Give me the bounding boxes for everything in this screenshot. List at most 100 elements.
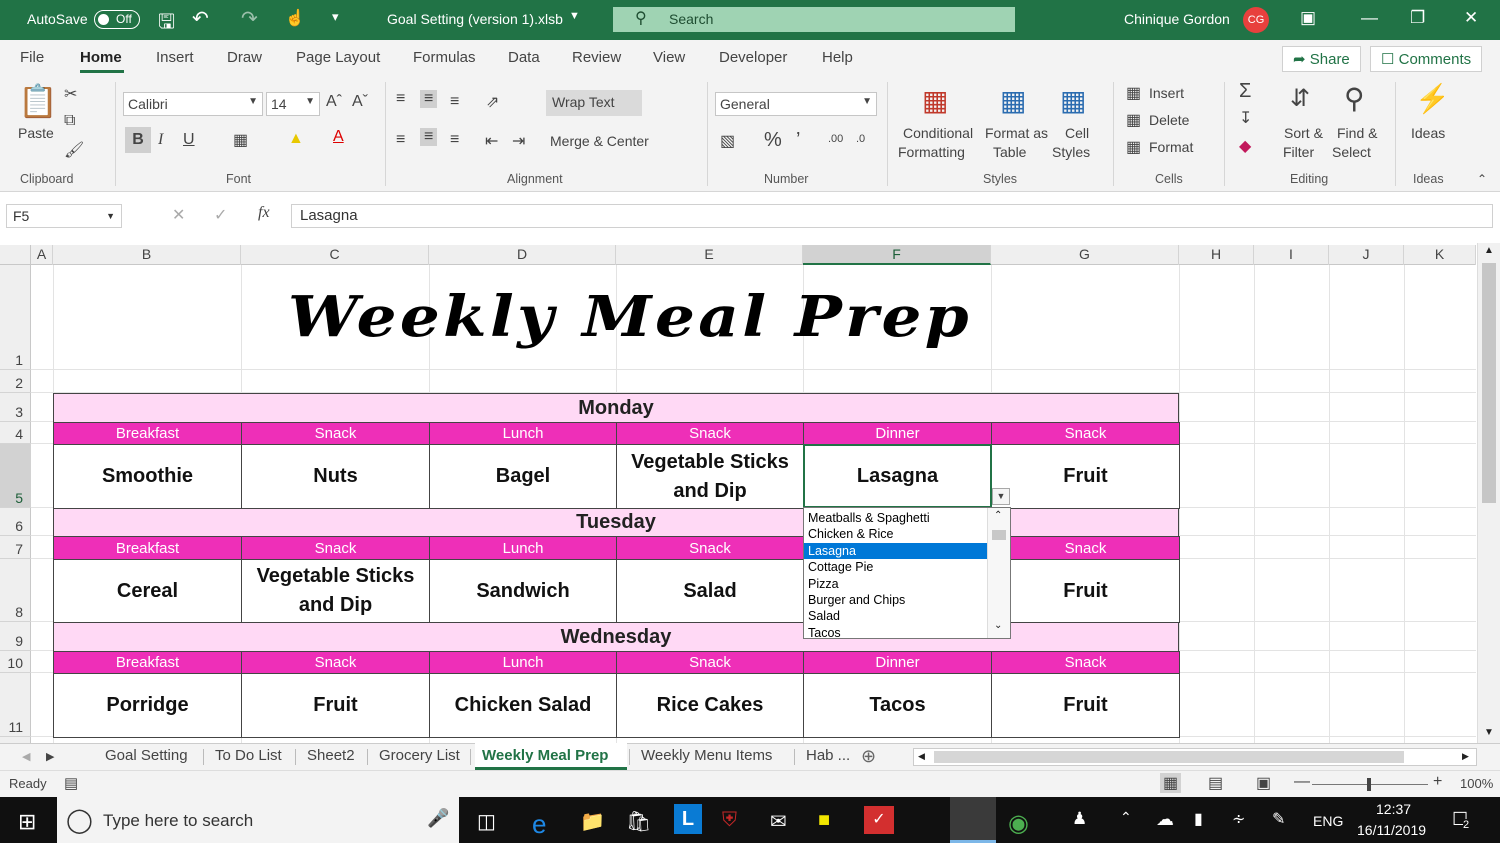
comments-button[interactable]: ☐ Comments (1370, 46, 1483, 72)
task-view-icon[interactable]: ◫ (477, 809, 496, 834)
dropdown-scrollbar[interactable]: ⌃ ⌄ (987, 508, 1010, 638)
column-header[interactable]: B (53, 245, 241, 265)
wifi-icon[interactable]: ∻ (1232, 809, 1245, 829)
cell-styles-icon[interactable]: ▦ (1060, 84, 1086, 117)
meal-type-header[interactable]: Snack (241, 536, 430, 560)
mail-icon[interactable]: ✉ (770, 809, 787, 834)
meal-cell[interactable]: Salad (616, 559, 804, 623)
paste-label[interactable]: Paste (18, 125, 54, 141)
clock-date[interactable]: 16/11/2019 (1357, 822, 1426, 838)
autosum-icon[interactable]: Σ (1239, 80, 1251, 103)
formula-input[interactable]: Lasagna (291, 204, 1493, 228)
row-header[interactable]: 9 (0, 622, 31, 651)
meal-type-header[interactable]: Dinner (803, 651, 992, 674)
user-name[interactable]: Chinique Gordon (1124, 11, 1230, 27)
avatar[interactable]: CG (1243, 7, 1269, 33)
meal-cell[interactable]: Tacos (803, 673, 992, 738)
sort-filter-label2[interactable]: Filter (1283, 144, 1314, 160)
tab-view[interactable]: View (653, 49, 685, 66)
onedrive-icon[interactable]: ☁ (1156, 809, 1174, 830)
orientation-icon[interactable]: ⇗ (486, 92, 499, 112)
cell-styles-label2[interactable]: Styles (1052, 144, 1090, 160)
column-header[interactable]: K (1404, 245, 1476, 265)
column-header[interactable]: F (803, 245, 991, 265)
fill-color-icon[interactable]: ▲ (288, 130, 304, 148)
meal-cell[interactable]: Bagel (429, 444, 617, 509)
font-size-select[interactable]: 14 ▼ (266, 92, 320, 116)
delete-cells-icon[interactable]: ▦ (1126, 110, 1141, 130)
sticky-notes-icon[interactable]: ■ (818, 809, 830, 832)
day-header-monday[interactable]: Monday (53, 393, 1179, 423)
share-button[interactable]: ➦ Share (1282, 46, 1361, 72)
meal-cell[interactable]: Chicken Salad (429, 673, 617, 738)
format-cells-button[interactable]: Format (1149, 139, 1193, 155)
insert-function-icon[interactable]: fx (258, 204, 270, 222)
meal-type-header[interactable]: Snack (991, 422, 1180, 445)
meal-type-header[interactable]: Snack (991, 651, 1180, 674)
dropdown-option[interactable]: Salad (804, 608, 987, 624)
column-header[interactable]: D (429, 245, 616, 265)
battery-icon[interactable]: ▮ (1194, 809, 1203, 829)
paste-icon[interactable]: 📋 (18, 82, 58, 120)
autosave-toggle[interactable]: Off (94, 10, 140, 29)
tab-file[interactable]: File (20, 49, 44, 66)
scroll-thumb[interactable] (934, 751, 1404, 763)
meal-type-header[interactable]: Lunch (429, 651, 617, 674)
font-color-icon[interactable]: A (333, 128, 344, 146)
meal-type-header[interactable]: Snack (616, 422, 804, 445)
dropdown-option[interactable]: Burger and Chips (804, 592, 987, 608)
prev-sheet-icon[interactable]: ◀ (22, 750, 30, 763)
increase-font-icon[interactable]: Aˆ (326, 93, 342, 111)
scroll-left-icon[interactable]: ◀ (918, 751, 925, 762)
minimize-icon[interactable]: — (1361, 8, 1378, 28)
merge-center-button[interactable]: Merge & Center (550, 133, 649, 149)
sheet-tab[interactable]: To Do List (215, 747, 282, 764)
meal-cell[interactable]: Porridge (53, 673, 242, 738)
sheet-tab[interactable]: Goal Setting (105, 747, 188, 764)
align-center-icon[interactable]: ≡ (420, 128, 438, 146)
align-left-icon[interactable]: ≡ (396, 131, 405, 149)
enter-icon[interactable]: ✓ (214, 205, 227, 225)
taskbar-search[interactable]: ◯ Type here to search 🎤 (57, 797, 459, 843)
clock-time[interactable]: 12:37 (1376, 801, 1411, 817)
tab-help[interactable]: Help (822, 49, 853, 66)
touch-mode-icon[interactable]: ☝ (285, 8, 305, 28)
decrease-decimal-icon[interactable]: .0 (856, 133, 865, 145)
select-all-corner[interactable] (0, 245, 31, 265)
sheet-tab[interactable]: Sheet2 (307, 747, 355, 764)
redo-icon[interactable]: ↷ (241, 6, 258, 31)
zoom-in-icon[interactable]: + (1433, 773, 1442, 791)
conditional-formatting-label2[interactable]: Formatting (898, 144, 965, 160)
borders-icon[interactable]: ▦ (233, 130, 248, 150)
close-icon[interactable]: ✕ (1464, 8, 1478, 28)
decrease-indent-icon[interactable]: ⇤ (485, 131, 498, 151)
meal-cell[interactable]: Rice Cakes (616, 673, 804, 738)
row-header[interactable]: 6 (0, 508, 31, 536)
microphone-icon[interactable]: 🎤 (427, 808, 449, 829)
row-header[interactable]: 1 (0, 265, 31, 370)
meal-cell[interactable]: Fruit (241, 673, 430, 738)
fill-icon[interactable]: ↧ (1239, 108, 1252, 128)
align-top-icon[interactable]: ≡ (396, 90, 405, 108)
clear-icon[interactable]: ◆ (1239, 136, 1251, 156)
sheet-tab[interactable]: Weekly Meal Prep (482, 747, 608, 764)
l-app-icon[interactable]: L (674, 804, 702, 834)
tab-review[interactable]: Review (572, 49, 621, 66)
meal-type-header[interactable]: Snack (991, 536, 1180, 560)
zoom-level[interactable]: 100% (1460, 776, 1493, 791)
sheet-tab[interactable]: Weekly Menu Items (641, 747, 772, 764)
align-bottom-icon[interactable]: ≡ (450, 93, 459, 111)
tab-formulas[interactable]: Formulas (413, 49, 476, 66)
dropdown-option[interactable]: Lasagna (804, 542, 987, 560)
increase-decimal-icon[interactable]: .00 (828, 133, 843, 145)
page-layout-view-icon[interactable]: ▤ (1208, 773, 1223, 793)
meal-type-header[interactable]: Snack (241, 422, 430, 445)
meal-cell[interactable]: Smoothie (53, 444, 242, 509)
meal-type-header[interactable]: Breakfast (53, 536, 242, 560)
tab-data[interactable]: Data (508, 49, 540, 66)
meal-cell[interactable]: Fruit (991, 559, 1180, 623)
dropdown-arrow-icon[interactable]: ▼ (992, 488, 1010, 505)
scroll-right-icon[interactable]: ▶ (1462, 751, 1469, 762)
number-format-select[interactable]: General ▼ (715, 92, 877, 116)
format-as-table-label1[interactable]: Format as (985, 125, 1048, 141)
